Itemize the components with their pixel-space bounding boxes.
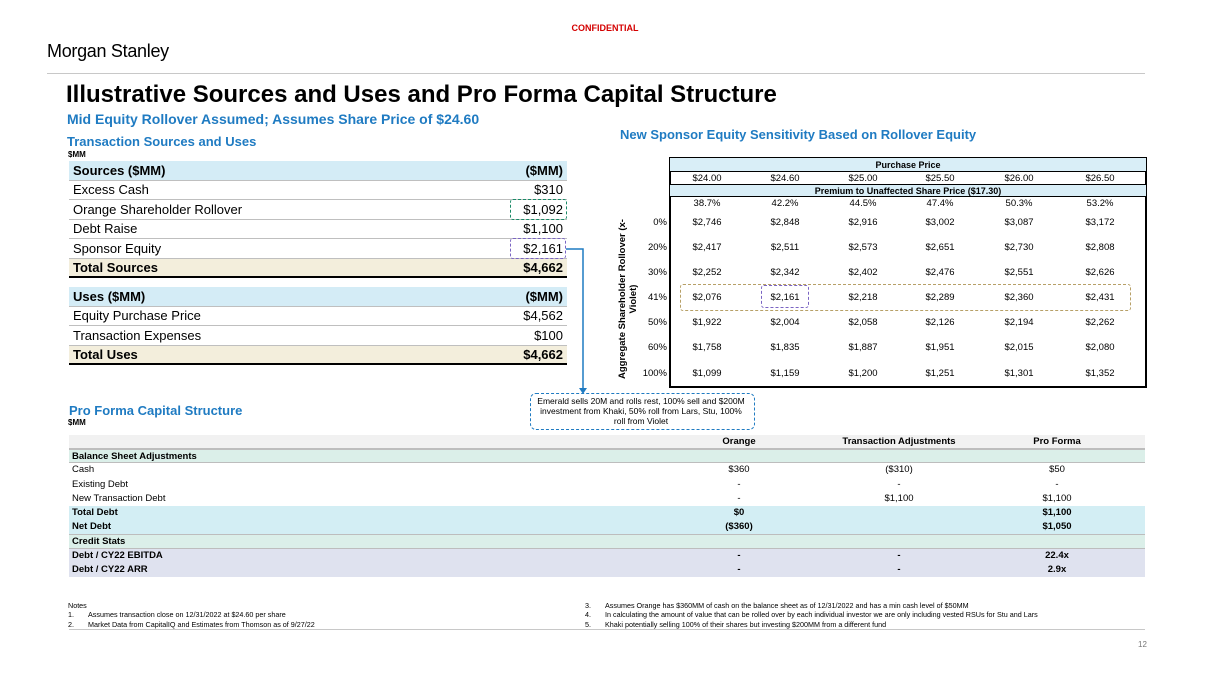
balance-value: ($310)	[885, 464, 913, 476]
total-debt-label: Total Debt	[72, 506, 118, 518]
credit-value: -	[737, 563, 741, 575]
pro-forma-table: Orange Transaction Adjustments Pro Forma…	[69, 435, 1145, 577]
credit-stats-label: Credit Stats	[72, 536, 126, 548]
notes-left-list: 1. Assumes transaction close on 12/31/202…	[68, 610, 315, 629]
note-number: 5.	[585, 619, 591, 629]
notes-heading: Notes	[68, 601, 87, 610]
page-number: 12	[1138, 640, 1147, 649]
note-text: In calculating the amount of value that …	[605, 610, 1038, 620]
balance-value: $360	[728, 464, 750, 476]
total-debt-orange: $0	[733, 506, 745, 518]
note-text: Market Data from CapitalIQ and Estimates…	[88, 619, 315, 629]
notes-left: Notes 1. Assumes transaction close on 12/…	[68, 601, 315, 629]
balance-value: $1,100	[1042, 492, 1072, 504]
balance-label: Existing Debt	[72, 478, 128, 490]
note-number: 1.	[68, 610, 74, 620]
balance-value: -	[737, 492, 741, 504]
note-item: 4. In calculating the amount of value tha…	[585, 610, 1038, 619]
balance-value: $1,100	[884, 492, 914, 504]
col-adjustments: Transaction Adjustments	[842, 436, 956, 447]
net-debt-orange: ($360)	[725, 521, 753, 533]
credit-rows: Debt / CY22 EBITDA - -22.4x Debt / CY22 ARR…	[69, 548, 1145, 577]
footer-divider	[69, 629, 1145, 630]
balance-label: New Transaction Debt	[72, 492, 166, 504]
notes-right: 3. Assumes Orange has $360MM of cash on t…	[585, 601, 1038, 629]
balance-sheet-label: Balance Sheet Adjustments	[72, 451, 197, 463]
pro-forma-title: Pro Forma Capital Structure	[69, 403, 243, 418]
net-debt-pf: $1,050	[1042, 521, 1072, 533]
balance-label: Cash	[72, 464, 95, 476]
connector-arrow	[566, 248, 587, 394]
col-pro-forma: Pro Forma	[1033, 436, 1081, 447]
total-debt-pf: $1,100	[1042, 506, 1072, 518]
credit-value: -	[897, 563, 901, 575]
balance-value: $50	[1049, 464, 1065, 476]
credit-value: 2.9x	[1047, 563, 1067, 575]
note-text: Khaki potentially selling 100% of their …	[605, 619, 887, 629]
balance-rows: Cash $360 ($310) $50 Existing Debt - - - New Tra…	[69, 463, 1145, 506]
note-number: 3.	[585, 601, 591, 610]
credit-row: Debt / CY22 ARR - - 2.9x	[69, 562, 1145, 577]
net-debt-row: Net Debt ($360) $1,050	[69, 520, 1145, 535]
balance-row: Cash $360 ($310) $50	[69, 463, 1145, 477]
credit-stats-section: Credit Stats	[69, 534, 1145, 549]
credit-value: -	[897, 549, 901, 561]
note-number: 4.	[585, 610, 591, 620]
credit-value: 22.4x	[1045, 549, 1069, 561]
col-orange: Orange	[722, 436, 756, 447]
net-debt-label: Net Debt	[72, 521, 112, 533]
notes-right-list: 3. Assumes Orange has $360MM of cash on t…	[585, 601, 1038, 629]
balance-value: -	[737, 478, 741, 490]
credit-label: Debt / CY22 EBITDA	[72, 549, 163, 561]
pro-forma-header-row: Orange Transaction Adjustments Pro Forma	[69, 435, 1145, 450]
note-item: 3. Assumes Orange has $360MM of cash on t…	[585, 601, 1038, 610]
note-text: Assumes Orange has $360MM of cash on the…	[605, 601, 969, 610]
pro-forma-unit: $MM	[68, 418, 86, 427]
note-text: Assumes transaction close on 12/31/2022 …	[88, 610, 286, 620]
callout-text: Emerald sells 20M and rolls rest, 100% s…	[537, 396, 745, 426]
balance-sheet-section: Balance Sheet Adjustments	[69, 449, 1145, 464]
credit-row: Debt / CY22 EBITDA - - 22.4x	[69, 548, 1145, 563]
credit-value: -	[737, 549, 741, 561]
note-item: 5. Khaki potentially selling 100% of thei…	[585, 620, 1038, 629]
balance-row: Existing Debt - - -	[69, 478, 1145, 492]
credit-label: Debt / CY22 ARR	[72, 563, 148, 575]
note-number: 2.	[68, 619, 74, 629]
note-item: 2. Market Data from CapitalIQ and Estimat…	[68, 620, 315, 629]
balance-value: -	[1055, 478, 1059, 490]
total-debt-row: Total Debt $0 $1,100	[69, 505, 1145, 521]
balance-row: New Transaction Debt - $1,100 $1,100	[69, 492, 1145, 506]
note-item: 1. Assumes transaction close on 12/31/202…	[68, 610, 315, 619]
balance-value: -	[897, 478, 901, 490]
